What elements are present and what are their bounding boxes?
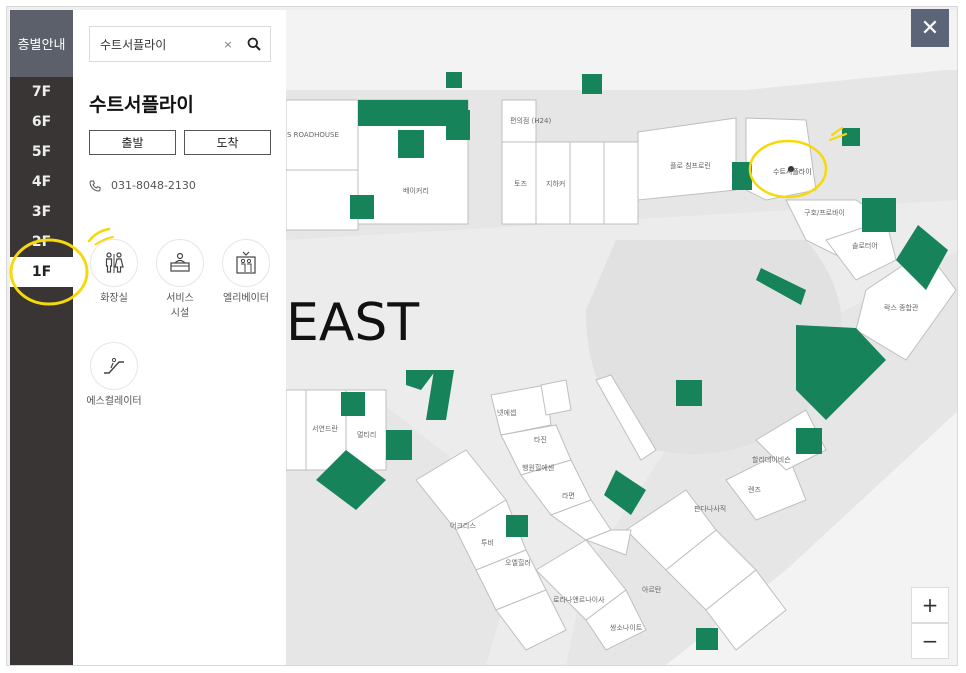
store-label: 타진 <box>534 435 547 444</box>
store-label: 로라나앤르나이사 <box>553 595 605 604</box>
store-label: 행원힐에센 <box>522 463 554 472</box>
store-label: 투비 <box>481 538 494 547</box>
floor-map[interactable]: EAST 수트서플라이 S ROADHOUSE 베이커리 편의점 (H24) 토… <box>286 10 957 665</box>
floor-7f[interactable]: 7F <box>10 77 73 107</box>
floor-guide-title: 층별안내 <box>10 10 73 77</box>
floor-4f[interactable]: 4F <box>10 167 73 197</box>
store-label: 솔로터어 <box>852 241 878 250</box>
store-label: 판다나사직 <box>694 504 726 513</box>
facility-service[interactable]: 서비스 시설 <box>145 239 215 321</box>
phone-row: 031-8048-2130 <box>89 179 196 192</box>
floor-3f[interactable]: 3F <box>10 197 73 227</box>
map-modal: 층별안내 7F 6F 5F 4F 3F 2F 1F × 수트서플라이 출발 도착 <box>6 6 958 666</box>
close-button[interactable]: ✕ <box>911 9 949 47</box>
store-label: 베이커리 <box>403 186 429 195</box>
store-label: 아르탄 <box>642 585 662 594</box>
depart-button[interactable]: 출발 <box>89 130 176 155</box>
escalator-icon <box>104 357 124 374</box>
facility-elevator[interactable]: 엘리베이터 <box>211 239 281 306</box>
store-label: 구호/프로바이 <box>804 208 845 217</box>
service-desk-icon <box>170 252 190 272</box>
store-label: 지하커 <box>546 179 565 188</box>
search-icon <box>247 37 261 51</box>
store-label: 렌즈 <box>748 485 761 494</box>
store-label: 라면 <box>562 491 575 500</box>
floor-selector: 층별안내 7F 6F 5F 4F 3F 2F 1F <box>10 10 73 665</box>
facility-label: 에스컬레이터 <box>86 396 142 407</box>
search-box: × <box>89 26 271 62</box>
map-canvas: EAST 수트서플라이 S ROADHOUSE 베이커리 편의점 (H24) 토… <box>286 10 957 665</box>
store-label: 서연드란 <box>312 424 338 433</box>
store-label: 넷에셉 <box>497 408 516 417</box>
store-label: S ROADHOUSE <box>287 131 339 139</box>
elevator-icon <box>236 251 256 274</box>
store-label: 오엘힐러 <box>505 558 531 567</box>
store-label: 락스 종합관 <box>884 303 919 312</box>
facility-escalator[interactable]: 에스컬레이터 <box>79 342 149 409</box>
store-label: 쌍소나이트 <box>610 623 643 632</box>
floor-highlight <box>9 238 89 306</box>
zoom-out-button[interactable]: − <box>911 623 949 659</box>
store-name: 수트서플라이 <box>89 94 194 116</box>
facility-label: 엘리베이터 <box>223 293 269 304</box>
restroom-icon <box>105 252 124 273</box>
store-label: 토즈 <box>514 180 527 188</box>
store-label: 어크리스 <box>450 521 476 530</box>
facility-label: 서비스 시설 <box>166 293 194 319</box>
phone-icon <box>89 180 101 192</box>
floor-5f[interactable]: 5F <box>10 137 73 167</box>
store-label: 편의점 (H24) <box>510 116 551 125</box>
store-label: 할리데이비슨 <box>752 455 791 464</box>
clear-search-button[interactable]: × <box>218 38 238 51</box>
zoom-in-button[interactable]: + <box>911 587 949 623</box>
store-label: 플로 침프로린 <box>670 161 711 170</box>
search-button[interactable] <box>238 27 270 61</box>
phone-number: 031-8048-2130 <box>111 179 196 192</box>
arrive-button[interactable]: 도착 <box>184 130 271 155</box>
selected-store-label: 수트서플라이 <box>773 167 812 176</box>
search-input[interactable] <box>90 27 218 61</box>
zone-label: EAST <box>286 293 419 353</box>
floor-6f[interactable]: 6F <box>10 107 73 137</box>
store-info-panel: × 수트서플라이 출발 도착 031-8048-2130 <box>73 10 286 665</box>
store-label: 멀티리 <box>357 430 376 439</box>
